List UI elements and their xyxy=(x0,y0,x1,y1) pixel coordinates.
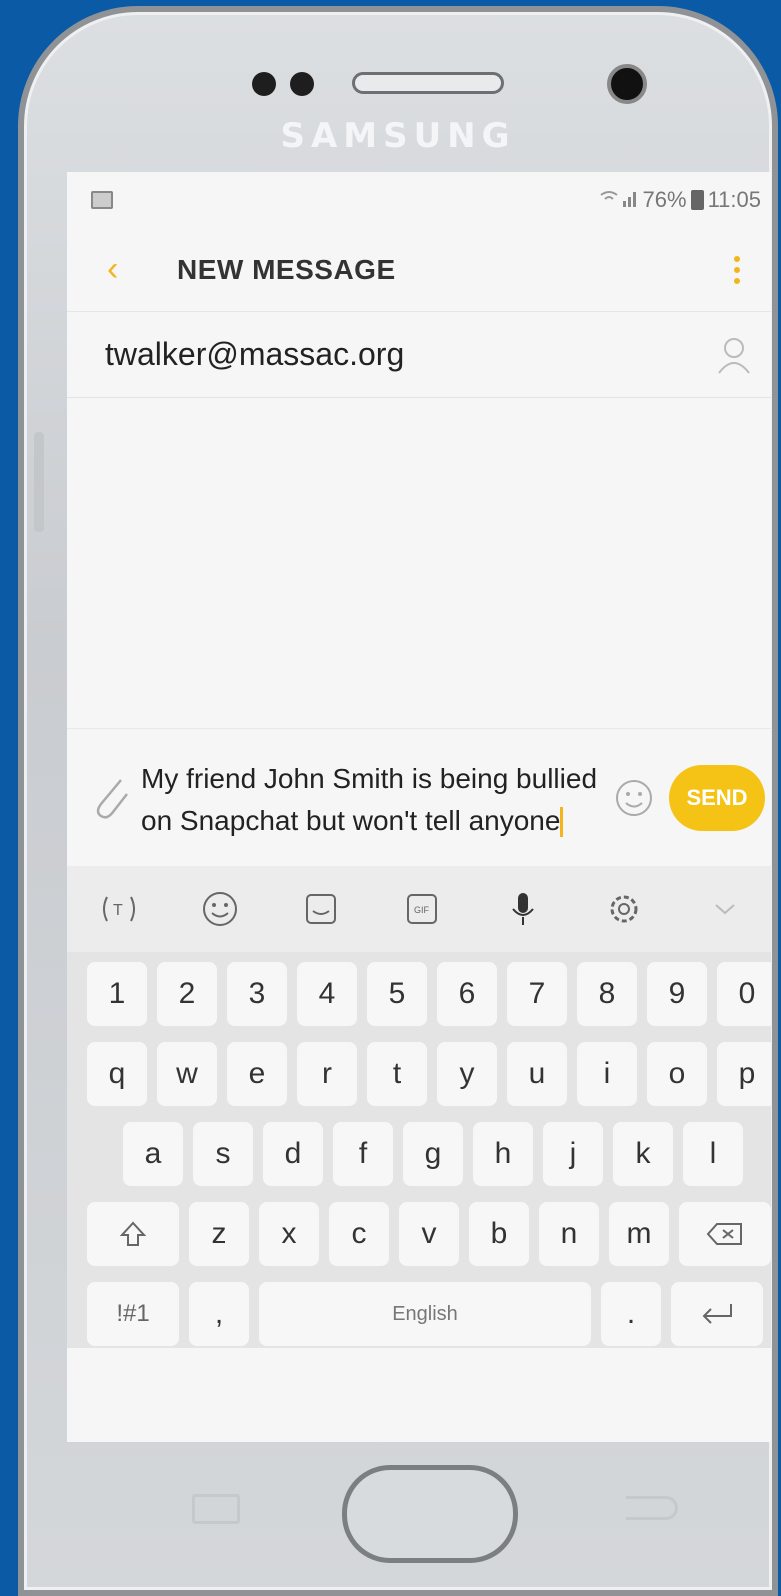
letter-row-2: a s d f g h j k l xyxy=(87,1122,767,1186)
number-row: 1 2 3 4 5 6 7 8 9 0 xyxy=(87,962,771,1026)
backspace-icon xyxy=(706,1223,742,1245)
key-b[interactable]: b xyxy=(469,1202,529,1266)
front-camera xyxy=(607,64,647,104)
recents-icon[interactable] xyxy=(192,1494,240,1524)
key-l[interactable]: l xyxy=(683,1122,743,1186)
key-9[interactable]: 9 xyxy=(647,962,707,1026)
key-f[interactable]: f xyxy=(333,1122,393,1186)
bottom-row: !#1 , English . xyxy=(87,1282,767,1346)
backspace-key[interactable] xyxy=(679,1202,771,1266)
shift-key[interactable] xyxy=(87,1202,179,1266)
message-input[interactable]: My friend John Smith is being bullied on… xyxy=(141,754,609,842)
key-k[interactable]: k xyxy=(613,1122,673,1186)
key-c[interactable]: c xyxy=(329,1202,389,1266)
recipient-row: twalker@massac.org xyxy=(67,312,771,398)
chevron-down-icon[interactable] xyxy=(703,887,747,931)
recipient-field[interactable]: twalker@massac.org xyxy=(105,336,717,373)
key-v[interactable]: v xyxy=(399,1202,459,1266)
key-s[interactable]: s xyxy=(193,1122,253,1186)
letter-row-1: q w e r t y u i o p xyxy=(87,1042,771,1106)
more-options-icon[interactable] xyxy=(727,255,747,284)
letter-row-3: z x c v b n m xyxy=(87,1202,771,1266)
microphone-icon[interactable] xyxy=(501,887,545,931)
key-w[interactable]: w xyxy=(157,1042,217,1106)
battery-percent: 76% xyxy=(642,187,687,212)
key-z[interactable]: z xyxy=(189,1202,249,1266)
comma-key[interactable]: , xyxy=(189,1282,249,1346)
sensor-dots xyxy=(252,72,314,96)
home-button[interactable] xyxy=(342,1465,518,1563)
key-6[interactable]: 6 xyxy=(437,962,497,1026)
message-thread xyxy=(67,398,771,728)
page-title: NEW MESSAGE xyxy=(177,253,396,285)
text-prediction-icon[interactable]: T xyxy=(97,887,141,931)
key-p[interactable]: p xyxy=(717,1042,771,1106)
svg-text:T: T xyxy=(113,902,123,919)
key-o[interactable]: o xyxy=(647,1042,707,1106)
key-u[interactable]: u xyxy=(507,1042,567,1106)
key-g[interactable]: g xyxy=(403,1122,463,1186)
status-bar: 76% 11:05 xyxy=(67,172,771,228)
clock: 11:05 xyxy=(707,187,761,212)
key-5[interactable]: 5 xyxy=(367,962,427,1026)
wifi-signal-icon xyxy=(599,187,639,213)
battery-icon xyxy=(690,190,704,210)
emoji-keyboard-icon[interactable] xyxy=(198,887,242,931)
status-indicators: 76% 11:05 xyxy=(599,187,761,213)
brand-logo: SAMSUNG xyxy=(280,116,516,156)
key-i[interactable]: i xyxy=(577,1042,637,1106)
key-h[interactable]: h xyxy=(473,1122,533,1186)
keyboard-toolbar: T GIF xyxy=(67,866,771,952)
settings-gear-icon[interactable] xyxy=(602,887,646,931)
app-bar: ‹ NEW MESSAGE xyxy=(67,228,771,312)
key-q[interactable]: q xyxy=(87,1042,147,1106)
key-0[interactable]: 0 xyxy=(717,962,771,1026)
contact-icon[interactable] xyxy=(717,335,751,375)
key-x[interactable]: x xyxy=(259,1202,319,1266)
gallery-notification-icon xyxy=(91,191,113,209)
key-y[interactable]: y xyxy=(437,1042,497,1106)
key-e[interactable]: e xyxy=(227,1042,287,1106)
enter-key[interactable] xyxy=(671,1282,763,1346)
volume-button xyxy=(34,432,44,532)
key-1[interactable]: 1 xyxy=(87,962,147,1026)
navigation-area xyxy=(24,1442,772,1596)
key-8[interactable]: 8 xyxy=(577,962,637,1026)
key-r[interactable]: r xyxy=(297,1042,357,1106)
text-cursor xyxy=(560,807,564,838)
back-arrow-icon[interactable]: ‹ xyxy=(107,250,177,289)
key-a[interactable]: a xyxy=(123,1122,183,1186)
key-3[interactable]: 3 xyxy=(227,962,287,1026)
screen: 76% 11:05 ‹ NEW MESSAGE twalker@massac.o… xyxy=(67,172,771,1442)
key-n[interactable]: n xyxy=(539,1202,599,1266)
keyboard: 1 2 3 4 5 6 7 8 9 0 q w e r t y u i o p … xyxy=(67,952,771,1348)
key-7[interactable]: 7 xyxy=(507,962,567,1026)
key-t[interactable]: t xyxy=(367,1042,427,1106)
shift-arrow-icon xyxy=(119,1221,147,1246)
key-4[interactable]: 4 xyxy=(297,962,357,1026)
attach-icon[interactable] xyxy=(91,770,141,825)
svg-text:GIF: GIF xyxy=(414,905,430,915)
message-text: My friend John Smith is being bullied on… xyxy=(141,762,598,836)
key-2[interactable]: 2 xyxy=(157,962,217,1026)
enter-icon xyxy=(702,1304,732,1324)
key-d[interactable]: d xyxy=(263,1122,323,1186)
period-key[interactable]: . xyxy=(601,1282,661,1346)
earpiece xyxy=(352,72,504,94)
key-j[interactable]: j xyxy=(543,1122,603,1186)
key-m[interactable]: m xyxy=(609,1202,669,1266)
space-key[interactable]: English xyxy=(259,1282,591,1346)
phone-frame: SAMSUNG 76% 11:05 ‹ NEW MESSAGE twalker@… xyxy=(18,6,778,1596)
symbols-key[interactable]: !#1 xyxy=(87,1282,179,1346)
gif-icon[interactable]: GIF xyxy=(400,887,444,931)
emoji-icon[interactable] xyxy=(609,773,659,823)
composer: My friend John Smith is being bullied on… xyxy=(67,728,771,866)
sticker-icon[interactable] xyxy=(299,887,343,931)
back-icon[interactable] xyxy=(626,1496,678,1520)
send-button[interactable]: SEND xyxy=(669,764,765,831)
